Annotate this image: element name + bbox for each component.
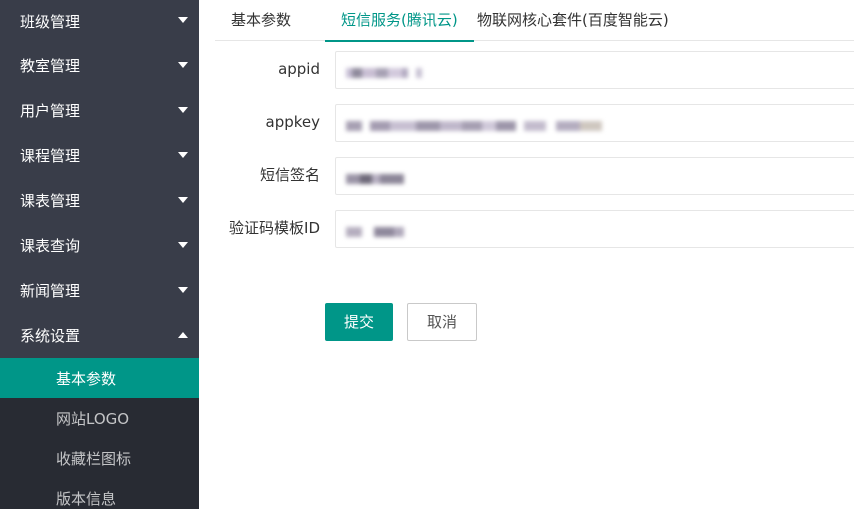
appkey-label: appkey (265, 113, 321, 131)
template-id-field[interactable] (335, 210, 854, 248)
tab-sms-service[interactable]: 短信服务(腾讯云) (325, 0, 474, 42)
main-content: 基本参数 短信服务(腾讯云) 物联网核心套件(百度智能云) appid appk… (199, 0, 854, 509)
sidebar-subitem-basic-params[interactable]: 基本参数 (0, 358, 199, 398)
sidebar-item-label: 班级管理 (20, 13, 81, 31)
tab-bar: 基本参数 短信服务(腾讯云) 物联网核心套件(百度智能云) (215, 0, 854, 42)
sidebar-item-label: 系统设置 (20, 327, 81, 345)
sidebar-item-timetable-management[interactable]: 课表管理 (0, 178, 199, 223)
sidebar-item-system-settings[interactable]: 系统设置 (0, 313, 199, 358)
tab-iot-core-suite[interactable]: 物联网核心套件(百度智能云) (477, 0, 669, 41)
sidebar-item-label: 课表管理 (20, 192, 81, 210)
sidebar-item-label: 用户管理 (20, 102, 81, 120)
appid-field[interactable] (335, 51, 854, 89)
sidebar-item-user-management[interactable]: 用户管理 (0, 88, 199, 133)
caret-down-icon (178, 152, 188, 158)
tab-basic-params[interactable]: 基本参数 (231, 0, 291, 41)
redacted-value (346, 116, 602, 131)
sidebar-item-label: 课表查询 (20, 237, 81, 255)
sidebar-subitem-site-logo[interactable]: 网站LOGO (0, 398, 199, 438)
sidebar-item-label: 课程管理 (20, 147, 81, 165)
sidebar-subnav: 基本参数 网站LOGO 收藏栏图标 版本信息 (0, 358, 199, 509)
redacted-value (346, 169, 404, 184)
template-id-label: 验证码模板ID (229, 219, 320, 237)
caret-down-icon (178, 17, 188, 23)
cancel-button[interactable]: 取消 (407, 303, 477, 341)
caret-down-icon (178, 287, 188, 293)
sidebar-subitem-favicon[interactable]: 收藏栏图标 (0, 438, 199, 478)
submit-button[interactable]: 提交 (325, 303, 393, 341)
sidebar-item-news-management[interactable]: 新闻管理 (0, 268, 199, 313)
sidebar-item-classroom-management[interactable]: 教室管理 (0, 43, 199, 88)
sidebar-item-label: 新闻管理 (20, 282, 81, 300)
sidebar-item-timetable-query[interactable]: 课表查询 (0, 223, 199, 268)
sidebar: 班级管理 教室管理 用户管理 课程管理 课表管理 课表查询 新闻管理 系统设置 (0, 0, 199, 509)
sms-signature-label: 短信签名 (259, 166, 320, 184)
sidebar-item-course-management[interactable]: 课程管理 (0, 133, 199, 178)
caret-down-icon (178, 242, 188, 248)
sms-signature-field[interactable] (335, 157, 854, 195)
caret-up-icon (178, 332, 188, 338)
sidebar-item-class-management[interactable]: 班级管理 (0, 0, 199, 43)
appid-label: appid (278, 60, 320, 78)
app-window: 班级管理 教室管理 用户管理 课程管理 课表管理 课表查询 新闻管理 系统设置 (0, 0, 854, 509)
sidebar-subitem-version-info[interactable]: 版本信息 (0, 478, 199, 509)
caret-down-icon (178, 62, 188, 68)
redacted-value (346, 222, 404, 237)
appkey-field[interactable] (335, 104, 854, 142)
caret-down-icon (178, 107, 188, 113)
caret-down-icon (178, 197, 188, 203)
redacted-value (346, 63, 422, 78)
sidebar-item-label: 教室管理 (20, 57, 81, 75)
